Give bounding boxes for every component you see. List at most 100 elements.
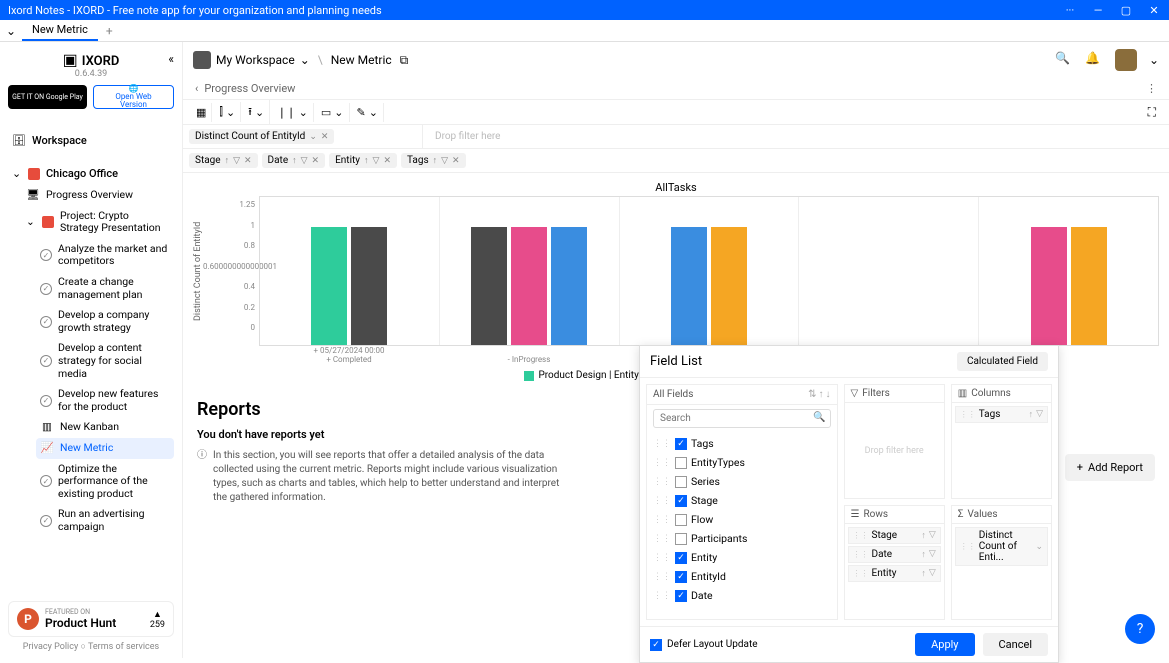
check-circle-icon: ✓: [40, 475, 52, 487]
user-avatar[interactable]: [1115, 49, 1137, 71]
metric-pill[interactable]: Distinct Count of EntityId⌄✕: [189, 129, 334, 144]
tool-subtotal[interactable]: ❘❘⌄: [272, 103, 314, 122]
task-item[interactable]: ✓Run an advertising campaign: [36, 504, 174, 537]
back-icon[interactable]: ‹: [195, 82, 198, 95]
y-axis-label: Distinct Count of EntityId: [193, 196, 203, 346]
cancel-button[interactable]: Cancel: [983, 633, 1048, 656]
kebab-icon[interactable]: ⋮: [1146, 82, 1157, 95]
drop-pill[interactable]: ⋮⋮Stage↑▽: [848, 527, 941, 544]
checkbox-icon: [675, 476, 687, 488]
drop-pill[interactable]: ⋮⋮Distinct Count of Enti...⌄: [955, 527, 1048, 566]
open-external-icon[interactable]: ⧉: [400, 53, 409, 68]
tool-format[interactable]: ✎⌄: [352, 103, 384, 122]
filters-dropzone[interactable]: ▽Filters Drop filter here: [844, 384, 945, 499]
tab-back-icon[interactable]: ⌄: [6, 24, 22, 38]
tool-expand[interactable]: ⛶: [1143, 102, 1161, 123]
remove-icon: ✕: [321, 132, 329, 142]
field-item[interactable]: ⋮⋮✓Date: [649, 586, 835, 605]
columns-icon: ▥: [958, 388, 967, 399]
filter-icon: ▽: [233, 156, 240, 166]
grip-icon: ⋮⋮: [853, 531, 869, 540]
row-pill-stage[interactable]: Stage↑▽✕: [189, 153, 258, 168]
columns-dropzone[interactable]: ▥Columns ⋮⋮Tags↑▽: [951, 384, 1052, 499]
check-circle-icon: ✓: [40, 249, 52, 261]
product-hunt-card[interactable]: P FEATURED ON Product Hunt ▲ 259: [8, 601, 174, 637]
field-item[interactable]: ⋮⋮✓EntityId: [649, 567, 835, 586]
close-button[interactable]: ✕: [1147, 4, 1161, 17]
row-pill-entity[interactable]: Entity↑▽✕: [329, 153, 397, 168]
minimize-button[interactable]: —: [1091, 4, 1105, 17]
checkbox-icon: [675, 457, 687, 469]
field-item[interactable]: ⋮⋮EntityTypes: [649, 453, 835, 472]
plot-area: [259, 196, 1159, 346]
tool-table[interactable]: ▦: [191, 103, 212, 122]
maximize-button[interactable]: ▢: [1119, 4, 1133, 17]
field-item[interactable]: ⋮⋮✓Entity: [649, 548, 835, 567]
search-icon[interactable]: 🔍: [1055, 51, 1073, 69]
grip-icon: ⋮⋮: [653, 572, 671, 582]
sidebar-collapse-icon[interactable]: «: [168, 52, 174, 66]
remove-icon: ✕: [312, 156, 320, 166]
values-dropzone[interactable]: ΣValues ⋮⋮Distinct Count of Enti...⌄: [951, 505, 1052, 620]
filter-drop-hint: Drop filter here: [429, 131, 500, 142]
check-circle-icon: ✓: [40, 283, 52, 295]
chevron-down-icon[interactable]: ⌄: [1149, 53, 1159, 67]
checkbox-icon: ✓: [675, 552, 687, 564]
task-item[interactable]: ✓Develop new features for the product: [36, 384, 174, 417]
sort-icon: ↑: [921, 549, 926, 560]
bell-icon[interactable]: 🔔: [1085, 51, 1103, 69]
grip-icon: ⋮⋮: [653, 553, 671, 563]
nav-chicago-office[interactable]: ⌄ Chicago Office: [8, 162, 174, 185]
add-report-button[interactable]: + Add Report: [1065, 454, 1155, 481]
tab-add-button[interactable]: +: [98, 21, 121, 41]
task-item[interactable]: ✓Analyze the market and competitors: [36, 239, 174, 272]
help-fab[interactable]: ?: [1125, 614, 1155, 644]
tool-grand[interactable]: ▭⌄: [316, 103, 350, 122]
nav-workspace[interactable]: 🗄 Workspace: [8, 129, 174, 152]
apply-button[interactable]: Apply: [915, 633, 974, 656]
field-item[interactable]: ⋮⋮✓Stage: [649, 491, 835, 510]
open-web-button[interactable]: 🌐 Open Web Version: [93, 85, 174, 109]
task-item[interactable]: ✓Optimize the performance of the existin…: [36, 459, 174, 505]
field-search-input[interactable]: [653, 409, 831, 428]
nav-new-kanban[interactable]: ▥New Kanban: [36, 417, 174, 438]
kanban-icon: ▥: [40, 421, 54, 434]
overflow-icon[interactable]: ···: [1063, 4, 1077, 17]
tool-export[interactable]: ⭱⌄: [243, 100, 270, 125]
grip-icon: ⋮⋮: [653, 477, 671, 487]
nav-project[interactable]: ⌄ Project: Crypto Strategy Presentation: [22, 206, 174, 239]
calculated-field-button[interactable]: Calculated Field: [957, 352, 1048, 371]
terms-link[interactable]: Terms of services: [88, 642, 159, 652]
plus-icon: +: [1077, 461, 1083, 474]
row-pill-tags[interactable]: Tags↑▽✕: [401, 153, 466, 168]
field-item[interactable]: ⋮⋮✓Tags: [649, 434, 835, 453]
row-pill-date[interactable]: Date↑▽✕: [262, 153, 326, 168]
tab-new-metric[interactable]: New Metric: [22, 20, 98, 41]
task-item[interactable]: ✓Create a change management plan: [36, 272, 174, 305]
upvote-icon: ▲: [150, 609, 165, 620]
sort-asc-icon[interactable]: ↑: [819, 389, 824, 400]
drop-pill[interactable]: ⋮⋮Entity↑▽: [848, 565, 941, 582]
sort-desc-icon[interactable]: ↓: [826, 389, 831, 400]
privacy-link[interactable]: Privacy Policy: [23, 642, 78, 652]
task-item[interactable]: ✓Develop a company growth strategy: [36, 305, 174, 338]
drop-pill[interactable]: ⋮⋮Date↑▽: [848, 546, 941, 563]
field-item[interactable]: ⋮⋮Flow: [649, 510, 835, 529]
footer-links: Privacy Policy ○ Terms of services: [8, 641, 174, 652]
defer-checkbox[interactable]: ✓ Defer Layout Update: [650, 639, 758, 651]
tool-bar[interactable]: ⫿⌄: [214, 102, 241, 122]
field-item[interactable]: ⋮⋮Participants: [649, 529, 835, 548]
nav-new-metric[interactable]: 📈New Metric: [36, 438, 174, 459]
field-item[interactable]: ⋮⋮Series: [649, 472, 835, 491]
check-circle-icon: ✓: [40, 316, 52, 328]
checkbox-icon: ✓: [675, 590, 687, 602]
google-play-badge[interactable]: GET IT ON Google Play: [8, 85, 87, 109]
drop-pill[interactable]: ⋮⋮Tags↑▽: [955, 406, 1048, 423]
sort-icon[interactable]: ⇅: [808, 389, 816, 400]
task-item[interactable]: ✓Develop a content strategy for social m…: [36, 338, 174, 384]
nav-progress-overview[interactable]: 🖥 Progress Overview: [22, 185, 174, 206]
workspace-selector[interactable]: My Workspace ⌄: [193, 51, 310, 69]
grip-icon: ⋮⋮: [960, 542, 976, 551]
breadcrumb-text[interactable]: Progress Overview: [204, 82, 295, 95]
rows-dropzone[interactable]: ☰Rows ⋮⋮Stage↑▽⋮⋮Date↑▽⋮⋮Entity↑▽: [844, 505, 945, 620]
